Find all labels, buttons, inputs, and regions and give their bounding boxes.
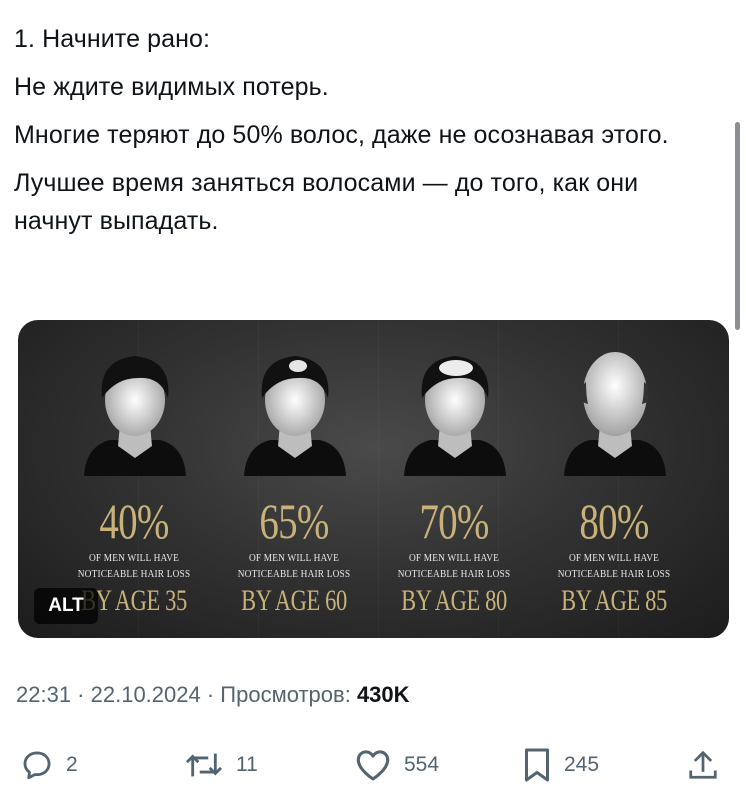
percent-value: 70% (419, 493, 489, 549)
like-button[interactable]: 554 (354, 740, 439, 790)
post-line: Лучшее время заняться волосами — до того… (14, 169, 639, 235)
age-label: BY AGE 85 (561, 584, 667, 617)
views-label: Просмотров: (220, 682, 351, 707)
reply-count: 2 (66, 753, 78, 776)
stat-column: 70% OF MEN WILL HAVE NOTICEABLE HAIR LOS… (374, 320, 534, 638)
percent-value: 65% (259, 493, 329, 549)
caption-line: OF MEN WILL HAVE (88, 552, 180, 564)
age-label: BY AGE 80 (401, 584, 507, 617)
post-meta: 22:31 · 22.10.2024 · Просмотров: 430K (16, 682, 410, 708)
meta-separator: · (200, 682, 221, 707)
bookmark-button[interactable]: 245 (522, 740, 599, 790)
reply-button[interactable]: 2 (20, 740, 78, 790)
scrollbar[interactable] (735, 122, 740, 330)
caption-line: NOTICEABLE HAIR LOSS (237, 568, 351, 580)
repost-button[interactable]: 11 (184, 740, 258, 790)
age-label: BY AGE 60 (241, 584, 347, 617)
head-illustration-icon (404, 356, 506, 476)
caption-line: NOTICEABLE HAIR LOSS (77, 568, 191, 580)
head-illustration-icon (84, 356, 186, 476)
like-count: 554 (404, 753, 440, 776)
caption-line: OF MEN WILL HAVE (248, 552, 340, 564)
post-line: 1. Начните рано: (14, 25, 211, 53)
post-image[interactable]: 40% OF MEN WILL HAVE NOTICEABLE HAIR LOS… (18, 320, 729, 638)
stat-column: 80% OF MEN WILL HAVE NOTICEABLE HAIR LOS… (534, 320, 694, 638)
caption-line: OF MEN WILL HAVE (408, 552, 500, 564)
post-time[interactable]: 22:31 (16, 682, 71, 707)
stat-column: 65% OF MEN WILL HAVE NOTICEABLE HAIR LOS… (214, 320, 374, 638)
repost-count: 11 (236, 753, 258, 776)
meta-separator: · (71, 682, 91, 707)
action-bar: 2 11 554 245 (0, 740, 746, 790)
like-icon (356, 750, 390, 781)
share-icon (689, 750, 717, 779)
bookmark-count: 245 (564, 753, 600, 776)
post-line: Многие теряют до 50% волос, даже не осоз… (14, 121, 669, 149)
head-illustration-icon (564, 352, 666, 476)
bookmark-icon (525, 748, 549, 782)
percent-value: 80% (579, 493, 649, 549)
percent-value: 40% (99, 493, 169, 549)
repost-icon (185, 753, 223, 777)
post-line: Не ждите видимых потерь. (14, 73, 329, 101)
post-date[interactable]: 22.10.2024 (91, 682, 201, 707)
post-text: 1. Начните рано: Не ждите видимых потерь… (14, 20, 714, 240)
head-illustration-icon (244, 356, 346, 476)
share-button[interactable] (688, 740, 718, 790)
caption-line: NOTICEABLE HAIR LOSS (557, 568, 671, 580)
alt-badge[interactable]: ALT (34, 588, 98, 624)
reply-icon (23, 751, 51, 780)
views-count: 430K (356, 682, 410, 707)
caption-line: OF MEN WILL HAVE (568, 552, 660, 564)
caption-line: NOTICEABLE HAIR LOSS (397, 568, 511, 580)
